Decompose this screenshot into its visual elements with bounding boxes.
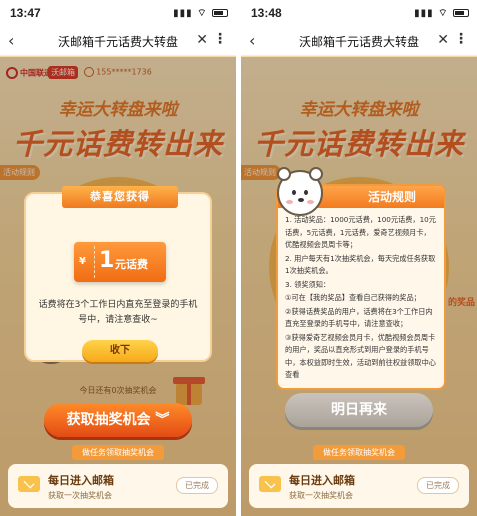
prize-dialog-title: 恭喜您获得: [62, 186, 178, 208]
task-title: 每日进入邮箱: [48, 474, 114, 487]
task-section-title: 做任务领取抽奖机会: [313, 445, 405, 460]
rule-item: ①可在【我的奖品】查看自己获得的奖品；: [285, 293, 421, 302]
rule-item: 2. 用户每天有1次抽奖机会，每天完成任务获取1次抽奖机会。: [285, 253, 436, 276]
come-back-tomorrow-button[interactable]: 明日再来: [285, 393, 433, 427]
task-subtitle: 获取一次抽奖机会: [289, 491, 353, 500]
status-bar: 13:47 ▮▮▮ ⌔: [0, 0, 236, 26]
status-bar: 13:48 ▮▮▮ ⌔: [241, 0, 477, 26]
status-time: 13:48: [251, 6, 282, 20]
nav-bar: ‹ 沃邮箱千元话费大转盘 ✕ ⋮: [0, 26, 236, 56]
left-screen: 13:47 ▮▮▮ ⌔ ‹ 沃邮箱千元话费大转盘 ✕ ⋮ 中国联通 沃邮箱 15…: [0, 0, 236, 516]
prize-coupon: ¥ 1 元话费: [74, 242, 166, 282]
task-card: 每日进入邮箱 获取一次抽奖机会 已完成: [249, 464, 469, 508]
rules-body: 1. 活动奖品：1000元话费，100元话费，10元话费，5元话费，1元话费，爱…: [285, 214, 437, 388]
rule-item: ③获得爱奇艺视频会员月卡，优酷视频会员周卡的用户，奖品以直充形式到用户登录的手机…: [285, 332, 436, 380]
chance-count: 今日还有0次抽奖机会: [79, 386, 157, 395]
rule-item: 1. 活动奖品：1000元话费，100元话费，10元话费，5元话费，1元话费，爱…: [285, 215, 436, 249]
more-icon[interactable]: ⋮: [213, 31, 227, 47]
task-status-button[interactable]: 已完成: [176, 477, 218, 494]
close-icon[interactable]: ✕: [437, 32, 449, 48]
mail-icon: [18, 476, 40, 492]
right-screen: 13:48 ▮▮▮ ⌔ ‹ 沃邮箱千元话费大转盘 ✕ ⋮ 幸运大转盘来啦 千元话…: [241, 0, 477, 516]
prize-dialog: 恭喜您获得 ¥ 1 元话费 话费将在3个工作日内直充至登录的手机号中，请注意查收…: [24, 186, 212, 362]
coupon-currency: ¥: [79, 256, 86, 267]
coupon-amount: 1: [99, 248, 115, 273]
close-icon[interactable]: ✕: [196, 32, 208, 48]
signal-wifi-icon: ▮▮▮ ⌔: [414, 7, 469, 20]
task-section-title: 做任务领取抽奖机会: [72, 445, 164, 460]
signal-wifi-icon: ▮▮▮ ⌔: [173, 7, 228, 20]
coupon-unit: 元话费: [115, 258, 148, 271]
more-icon[interactable]: ⋮: [454, 31, 468, 47]
mail-icon: [259, 476, 281, 492]
battery-icon: [453, 9, 469, 17]
get-chance-button[interactable]: 获取抽奖机会 ︾: [44, 403, 192, 437]
nav-bar: ‹ 沃邮箱千元话费大转盘 ✕ ⋮: [241, 26, 477, 56]
accept-button[interactable]: 收下: [82, 340, 158, 362]
bear-mascot-icon: [277, 167, 323, 216]
status-time: 13:47: [10, 6, 41, 20]
battery-icon: [212, 9, 228, 17]
task-card: 每日进入邮箱 获取一次抽奖机会 已完成: [8, 464, 228, 508]
prize-message: 话费将在3个工作日内直充至登录的手机号中，请注意查收~: [38, 300, 198, 325]
task-title: 每日进入邮箱: [289, 474, 355, 487]
rule-item: ②获得话费奖品的用户，话费将在3个工作日内直充至登录的手机号中，请注意查收；: [285, 306, 433, 329]
rule-item: 3. 领奖须知：: [285, 279, 331, 289]
task-status-button[interactable]: 已完成: [417, 477, 459, 494]
task-subtitle: 获取一次抽奖机会: [48, 491, 112, 500]
